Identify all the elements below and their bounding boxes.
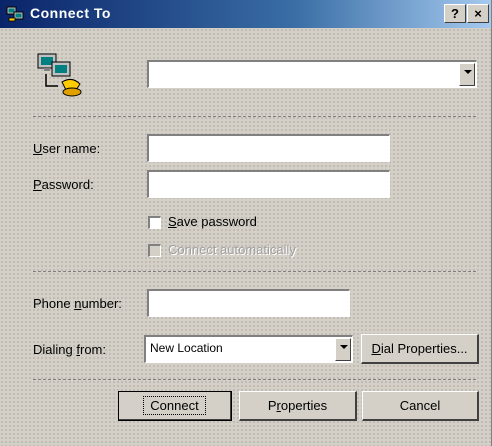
connect-automatically-checkbox (148, 244, 161, 257)
password-field[interactable] (147, 170, 390, 198)
chevron-down-icon[interactable] (335, 338, 351, 361)
dialup-phone-computer-icon (37, 53, 82, 97)
connect-to-dialog: Connect To ? × User name: Password: Save… (0, 0, 492, 446)
save-password-label[interactable]: Save password (168, 214, 257, 229)
connect-automatically-label: Connect automatically (168, 242, 296, 257)
user-name-field[interactable] (147, 134, 390, 162)
connection-combobox[interactable] (147, 60, 477, 88)
separator-bottom (33, 379, 476, 380)
user-name-label: User name: (33, 141, 101, 156)
separator-top (33, 116, 476, 117)
close-button[interactable]: × (467, 4, 489, 23)
dialing-from-value: New Location (150, 341, 223, 355)
password-label: Password: (33, 177, 94, 192)
properties-button[interactable]: Properties (239, 391, 357, 421)
save-password-checkbox[interactable] (148, 216, 161, 229)
phone-number-field[interactable] (147, 289, 350, 317)
network-computer-icon (6, 6, 24, 22)
dial-properties-button[interactable]: Dial Properties... (361, 334, 479, 364)
separator-middle (33, 271, 476, 272)
phone-number-label: Phone number: (33, 296, 122, 311)
connect-button[interactable]: Connect (118, 391, 232, 421)
chevron-down-icon[interactable] (459, 63, 475, 86)
cancel-button[interactable]: Cancel (362, 391, 479, 421)
dialing-from-combobox[interactable]: New Location (144, 335, 353, 363)
title-bar[interactable]: Connect To ? × (0, 0, 491, 28)
dialing-from-label: Dialing from: (33, 342, 106, 357)
help-button[interactable]: ? (444, 4, 466, 23)
window-title: Connect To (30, 5, 111, 21)
